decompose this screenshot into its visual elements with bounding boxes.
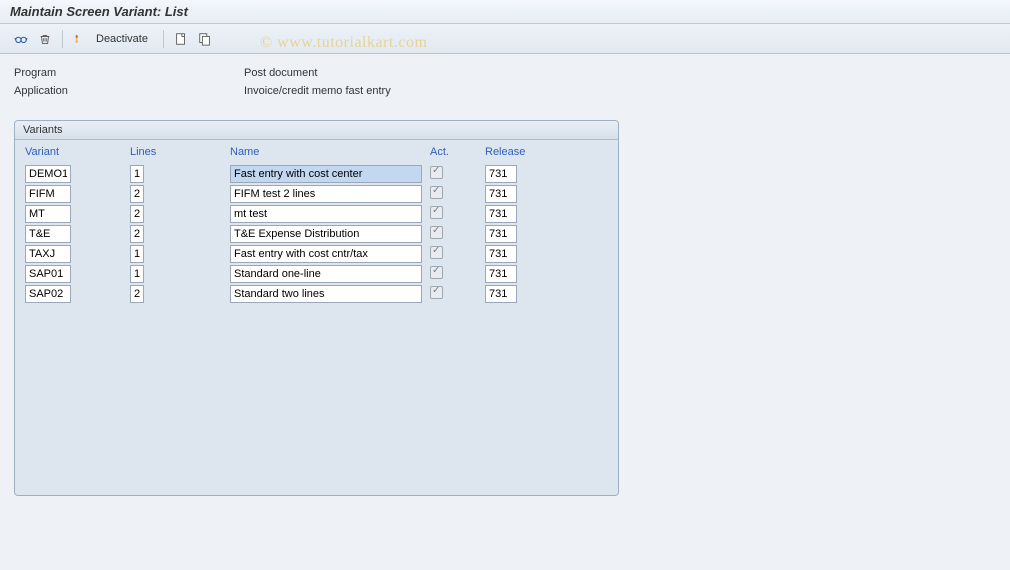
info-row-program: Program Post document bbox=[14, 64, 996, 82]
table-row[interactable] bbox=[21, 224, 612, 244]
name-field[interactable] bbox=[230, 285, 422, 303]
lines-field[interactable] bbox=[130, 245, 144, 263]
col-header-variant[interactable]: Variant bbox=[21, 142, 126, 164]
name-field[interactable] bbox=[230, 265, 422, 283]
name-field[interactable] bbox=[230, 165, 422, 183]
variants-panel: Variants Variant Lines Name Act. Release bbox=[14, 120, 619, 496]
lines-field[interactable] bbox=[130, 265, 144, 283]
variant-field[interactable] bbox=[25, 165, 71, 183]
release-field[interactable] bbox=[485, 225, 517, 243]
variant-field[interactable] bbox=[25, 245, 71, 263]
table-row[interactable] bbox=[21, 164, 612, 184]
name-field[interactable] bbox=[230, 245, 422, 263]
active-checkbox bbox=[430, 266, 443, 279]
active-checkbox bbox=[430, 226, 443, 239]
lines-field[interactable] bbox=[130, 185, 144, 203]
lines-field[interactable] bbox=[130, 165, 144, 183]
application-value: Invoice/credit memo fast entry bbox=[244, 85, 391, 97]
release-field[interactable] bbox=[485, 245, 517, 263]
variant-field[interactable] bbox=[25, 265, 71, 283]
col-header-lines[interactable]: Lines bbox=[126, 142, 226, 164]
separator bbox=[163, 30, 164, 48]
name-field[interactable] bbox=[230, 225, 422, 243]
page-title: Maintain Screen Variant: List bbox=[10, 4, 1000, 19]
name-field[interactable] bbox=[230, 185, 422, 203]
active-checkbox bbox=[430, 246, 443, 259]
variants-table: Variant Lines Name Act. Release bbox=[21, 142, 612, 304]
active-checkbox bbox=[430, 166, 443, 179]
release-field[interactable] bbox=[485, 185, 517, 203]
copy-icon[interactable] bbox=[194, 29, 216, 49]
release-field[interactable] bbox=[485, 285, 517, 303]
table-row[interactable] bbox=[21, 284, 612, 304]
col-header-release[interactable]: Release bbox=[481, 142, 612, 164]
program-value: Post document bbox=[244, 67, 317, 79]
activate-icon[interactable] bbox=[69, 29, 85, 49]
lines-field[interactable] bbox=[130, 205, 144, 223]
variant-field[interactable] bbox=[25, 285, 71, 303]
title-bar: Maintain Screen Variant: List bbox=[0, 0, 1010, 24]
table-row[interactable] bbox=[21, 204, 612, 224]
toolbar: Deactivate bbox=[0, 24, 1010, 54]
program-label: Program bbox=[14, 67, 244, 79]
trash-icon[interactable] bbox=[34, 29, 56, 49]
active-checkbox bbox=[430, 206, 443, 219]
name-field[interactable] bbox=[230, 205, 422, 223]
release-field[interactable] bbox=[485, 205, 517, 223]
lines-field[interactable] bbox=[130, 285, 144, 303]
create-icon[interactable] bbox=[170, 29, 192, 49]
active-checkbox bbox=[430, 286, 443, 299]
info-row-application: Application Invoice/credit memo fast ent… bbox=[14, 82, 996, 100]
application-label: Application bbox=[14, 85, 244, 97]
table-row[interactable] bbox=[21, 184, 612, 204]
variant-field[interactable] bbox=[25, 225, 71, 243]
active-checkbox bbox=[430, 186, 443, 199]
content-area: Program Post document Application Invoic… bbox=[0, 54, 1010, 506]
variant-field[interactable] bbox=[25, 205, 71, 223]
release-field[interactable] bbox=[485, 165, 517, 183]
col-header-name[interactable]: Name bbox=[226, 142, 426, 164]
separator bbox=[62, 30, 63, 48]
table-row[interactable] bbox=[21, 244, 612, 264]
table-row[interactable] bbox=[21, 264, 612, 284]
deactivate-button[interactable]: Deactivate bbox=[87, 30, 157, 48]
glasses-icon[interactable] bbox=[10, 29, 32, 49]
col-header-act[interactable]: Act. bbox=[426, 142, 481, 164]
panel-title: Variants bbox=[15, 121, 618, 140]
lines-field[interactable] bbox=[130, 225, 144, 243]
info-block: Program Post document Application Invoic… bbox=[14, 64, 996, 100]
variant-field[interactable] bbox=[25, 185, 71, 203]
release-field[interactable] bbox=[485, 265, 517, 283]
